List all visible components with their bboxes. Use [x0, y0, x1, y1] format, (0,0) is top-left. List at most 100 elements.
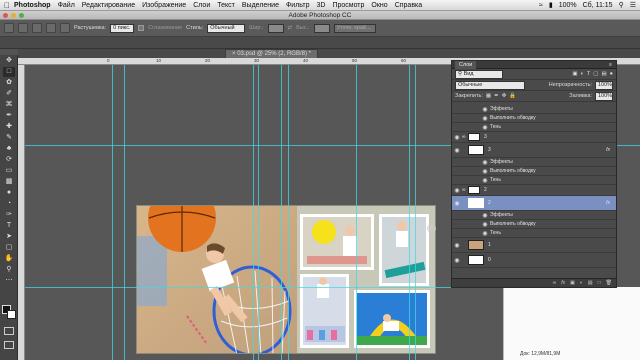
zoom-tool-icon[interactable]: ⚲ [3, 265, 15, 275]
layer-effect-row[interactable]: ◉ Тень [452, 176, 616, 185]
guide-line[interactable] [356, 65, 357, 360]
add-mask-icon[interactable]: ▣ [570, 280, 575, 286]
type-tool-icon[interactable]: T [3, 221, 15, 231]
eye-icon[interactable]: ◉ [480, 177, 490, 184]
zoom-window-button[interactable] [19, 13, 24, 18]
guide-line[interactable] [415, 65, 416, 360]
eraser-tool-icon[interactable]: ▭ [3, 166, 15, 176]
vertical-ruler[interactable] [18, 65, 25, 360]
link-layers-icon[interactable]: ∞ [553, 280, 557, 286]
close-tab-icon[interactable]: × [232, 51, 236, 57]
filter-pixel-icon[interactable]: ▣ [572, 71, 577, 77]
layer-effects-row[interactable]: ◉ Эффекты [452, 105, 616, 114]
layer-effects-row[interactable]: ◉ Эффекты [452, 211, 616, 220]
filter-toggle-icon[interactable]: ● [610, 71, 613, 77]
history-brush-tool-icon[interactable]: ⟳ [3, 155, 15, 165]
spotlight-icon[interactable]: ⚲ [619, 1, 624, 9]
height-input[interactable] [313, 23, 330, 33]
path-select-tool-icon[interactable]: ➤ [3, 232, 15, 242]
layer-effects-row[interactable]: ◉ Эффекты [452, 158, 616, 167]
menu-edit[interactable]: Редактирование [82, 2, 135, 9]
menu-select[interactable]: Выделение [242, 2, 279, 9]
brush-tool-icon[interactable]: ✎ [3, 133, 15, 143]
new-group-icon[interactable]: ▤ [588, 280, 593, 286]
menu-3d[interactable]: 3D [316, 2, 325, 9]
menu-layers[interactable]: Слои [193, 2, 210, 9]
filter-smart-icon[interactable]: ▤ [601, 71, 606, 77]
eye-icon[interactable]: ◉ [452, 187, 462, 194]
guide-line[interactable] [112, 65, 113, 360]
layers-tab[interactable]: Слои [455, 60, 477, 69]
new-layer-icon[interactable]: □ [598, 280, 601, 286]
notification-icon[interactable]: ☰ [630, 1, 636, 9]
layer-effect-row[interactable]: ◉ Тень [452, 123, 616, 132]
add-style-icon[interactable]: fx [561, 280, 565, 286]
healing-tool-icon[interactable]: ✚ [3, 122, 15, 132]
apple-icon[interactable]:  [0, 1, 14, 10]
document-tab[interactable]: × 03.psd @ 25% (2, RGB/8) * [225, 49, 318, 58]
panel-menu-icon[interactable]: ≡ [609, 62, 612, 68]
more-tools-icon[interactable]: ⋯ [3, 276, 15, 286]
battery-icon[interactable]: ▮ [549, 1, 553, 9]
guide-line[interactable] [281, 65, 282, 360]
filter-type-icon[interactable]: T [587, 71, 590, 77]
layer-effect-row[interactable]: ◉ Выполнить обводку [452, 167, 616, 176]
antialias-checkbox[interactable] [138, 25, 145, 31]
eye-icon[interactable]: ◉ [480, 124, 490, 131]
layer-effect-row[interactable]: ◉ Выполнить обводку [452, 220, 616, 229]
eye-icon[interactable]: ◉ [452, 200, 462, 207]
clock[interactable]: Сб, 11:15 [583, 2, 613, 9]
quick-select-tool-icon[interactable]: ✐ [3, 89, 15, 99]
guide-line[interactable] [288, 65, 289, 360]
menu-image[interactable]: Изображение [142, 2, 186, 9]
gradient-tool-icon[interactable]: ▩ [3, 177, 15, 187]
background-color-swatch[interactable] [7, 310, 16, 319]
guide-line[interactable] [258, 65, 259, 360]
eye-icon[interactable]: ◉ [480, 212, 490, 219]
fx-badge[interactable]: fx [606, 200, 610, 206]
opacity-input[interactable]: 100% [595, 80, 613, 90]
menu-view[interactable]: Просмотр [332, 2, 364, 9]
eye-icon[interactable]: ◉ [452, 257, 462, 264]
menu-window[interactable]: Окно [371, 2, 387, 9]
crop-tool-icon[interactable]: ⌘ [3, 100, 15, 110]
eye-icon[interactable]: ◉ [480, 230, 490, 237]
document-image[interactable] [136, 205, 436, 354]
blur-tool-icon[interactable]: ● [3, 188, 15, 198]
eye-icon[interactable]: ◉ [480, 115, 490, 122]
eye-icon[interactable]: ◉ [480, 159, 490, 166]
eye-icon[interactable]: ◉ [452, 134, 462, 141]
blend-mode-select[interactable]: Обычные [455, 80, 525, 90]
dodge-tool-icon[interactable]: ◔ [3, 199, 15, 209]
filter-adjust-icon[interactable]: ◐ [581, 71, 584, 77]
marquee-tool-preset[interactable] [4, 23, 14, 33]
fx-badge[interactable]: fx [606, 147, 610, 153]
refine-edge-button[interactable]: Уточн. край... [333, 23, 376, 33]
lock-all-icon[interactable]: 🔒 [509, 93, 516, 99]
add-selection-button[interactable] [32, 23, 42, 33]
hand-tool-icon[interactable]: ✋ [3, 254, 15, 264]
shape-tool-icon[interactable]: ▢ [3, 243, 15, 253]
eyedropper-tool-icon[interactable]: ✒ [3, 111, 15, 121]
layer-row-selected[interactable]: ◉ 2 fx [452, 196, 616, 211]
menu-filter[interactable]: Фильтр [286, 2, 310, 9]
guide-line[interactable] [409, 65, 410, 360]
layer-filter-select[interactable]: ⚲ Вид [455, 69, 503, 79]
close-window-button[interactable] [3, 13, 8, 18]
menu-help[interactable]: Справка [395, 2, 422, 9]
style-select[interactable]: Обычный [207, 23, 246, 33]
marquee-tool-icon[interactable]: □ [3, 67, 15, 77]
screen-mode-icon[interactable] [4, 341, 14, 349]
menu-file[interactable]: Файл [58, 2, 75, 9]
menu-app-name[interactable]: Photoshop [14, 2, 51, 9]
guide-line[interactable] [124, 65, 125, 360]
eye-icon[interactable]: ◉ [480, 168, 490, 175]
move-tool-icon[interactable]: ✥ [3, 56, 15, 66]
layer-effect-row[interactable]: ◉ Тень [452, 229, 616, 238]
new-selection-button[interactable] [18, 23, 28, 33]
minimize-window-button[interactable] [11, 13, 16, 18]
filter-shape-icon[interactable]: ▢ [593, 71, 598, 77]
stamp-tool-icon[interactable]: ♣ [3, 144, 15, 154]
lock-image-icon[interactable]: ✒ [494, 93, 499, 99]
wifi-icon[interactable]: ≈ [539, 2, 543, 9]
